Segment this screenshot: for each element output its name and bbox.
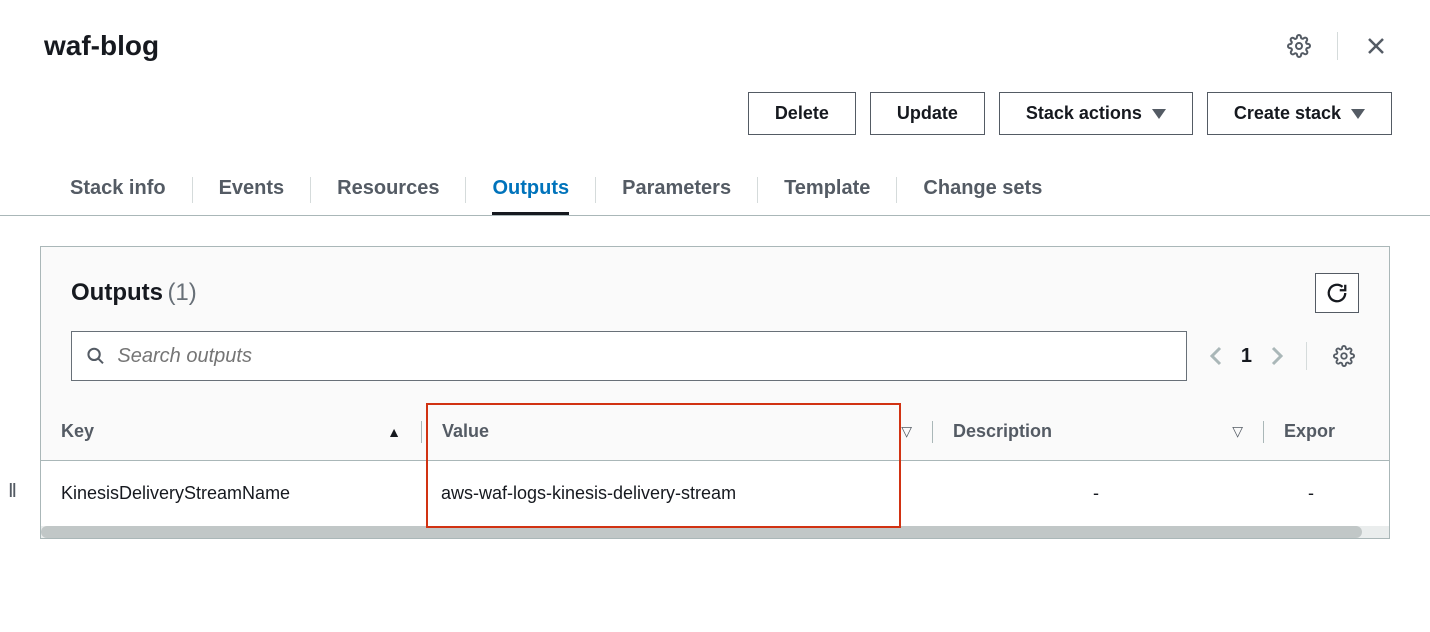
tabs-bar: Stack info Events Resources Outputs Para… bbox=[0, 165, 1430, 216]
settings-button[interactable] bbox=[1283, 30, 1315, 62]
tab-resources[interactable]: Resources bbox=[337, 165, 439, 215]
column-value[interactable]: Value ▽ bbox=[422, 403, 932, 460]
gear-icon bbox=[1287, 34, 1311, 58]
sort-asc-icon: ▲ bbox=[387, 424, 401, 440]
divider bbox=[896, 177, 897, 203]
tab-template[interactable]: Template bbox=[784, 165, 870, 215]
cell-key: KinesisDeliveryStreamName bbox=[41, 461, 421, 526]
chevron-right-icon bbox=[1270, 346, 1284, 366]
divider bbox=[595, 177, 596, 203]
search-input[interactable] bbox=[117, 345, 1171, 368]
tab-events[interactable]: Events bbox=[219, 165, 285, 215]
table-row: KinesisDeliveryStreamName aws-waf-logs-k… bbox=[41, 461, 1389, 526]
update-button[interactable]: Update bbox=[870, 92, 985, 135]
divider bbox=[1306, 342, 1307, 370]
caret-down-icon bbox=[1152, 109, 1166, 119]
scrollbar-thumb[interactable] bbox=[41, 526, 1362, 538]
tab-outputs[interactable]: Outputs bbox=[492, 165, 569, 215]
prev-page-button[interactable] bbox=[1209, 346, 1223, 366]
column-key[interactable]: Key ▲ bbox=[41, 403, 421, 460]
column-value-label: Value bbox=[442, 421, 489, 442]
tab-parameters[interactable]: Parameters bbox=[622, 165, 731, 215]
close-icon bbox=[1364, 34, 1388, 58]
action-button-row: Delete Update Stack actions Create stack bbox=[0, 72, 1430, 155]
next-page-button[interactable] bbox=[1270, 346, 1284, 366]
column-description[interactable]: Description ▽ bbox=[933, 403, 1263, 460]
table-header: Key ▲ Value ▽ Description ▽ Expor bbox=[41, 403, 1389, 461]
divider bbox=[465, 177, 466, 203]
outputs-panel: Outputs (1) 1 bbox=[40, 246, 1390, 539]
search-icon bbox=[86, 346, 105, 366]
split-panel-handle[interactable]: II bbox=[8, 480, 15, 503]
refresh-button[interactable] bbox=[1315, 273, 1359, 313]
panel-count: (1) bbox=[167, 279, 196, 306]
gear-icon bbox=[1333, 345, 1355, 367]
horizontal-scrollbar[interactable] bbox=[41, 526, 1389, 538]
panel-title: Outputs bbox=[71, 279, 163, 306]
create-stack-label: Create stack bbox=[1234, 103, 1341, 124]
pagination: 1 bbox=[1209, 345, 1284, 368]
tab-stack-info[interactable]: Stack info bbox=[70, 165, 166, 215]
divider bbox=[1337, 32, 1338, 60]
tab-change-sets[interactable]: Change sets bbox=[923, 165, 1042, 215]
search-box[interactable] bbox=[71, 331, 1187, 381]
filter-icon: ▽ bbox=[901, 423, 912, 440]
close-button[interactable] bbox=[1360, 30, 1392, 62]
page-number: 1 bbox=[1241, 345, 1252, 368]
caret-down-icon bbox=[1351, 109, 1365, 119]
stack-actions-button[interactable]: Stack actions bbox=[999, 92, 1193, 135]
stack-actions-label: Stack actions bbox=[1026, 103, 1142, 124]
column-export[interactable]: Expor bbox=[1264, 403, 1364, 460]
divider bbox=[192, 177, 193, 203]
table-settings-button[interactable] bbox=[1329, 341, 1359, 371]
column-export-label: Expor bbox=[1284, 421, 1335, 442]
outputs-table: Key ▲ Value ▽ Description ▽ Expor Kinesi… bbox=[41, 403, 1389, 526]
divider bbox=[310, 177, 311, 203]
header-actions bbox=[1283, 30, 1392, 62]
refresh-icon bbox=[1326, 282, 1348, 304]
cell-export: - bbox=[1261, 461, 1361, 526]
column-key-label: Key bbox=[61, 421, 94, 442]
cell-description: - bbox=[931, 461, 1261, 526]
column-description-label: Description bbox=[953, 421, 1052, 442]
page-title: waf-blog bbox=[44, 30, 159, 62]
create-stack-button[interactable]: Create stack bbox=[1207, 92, 1392, 135]
divider bbox=[757, 177, 758, 203]
filter-icon: ▽ bbox=[1232, 423, 1243, 440]
cell-value: aws-waf-logs-kinesis-delivery-stream bbox=[421, 461, 931, 526]
chevron-left-icon bbox=[1209, 346, 1223, 366]
delete-button[interactable]: Delete bbox=[748, 92, 856, 135]
